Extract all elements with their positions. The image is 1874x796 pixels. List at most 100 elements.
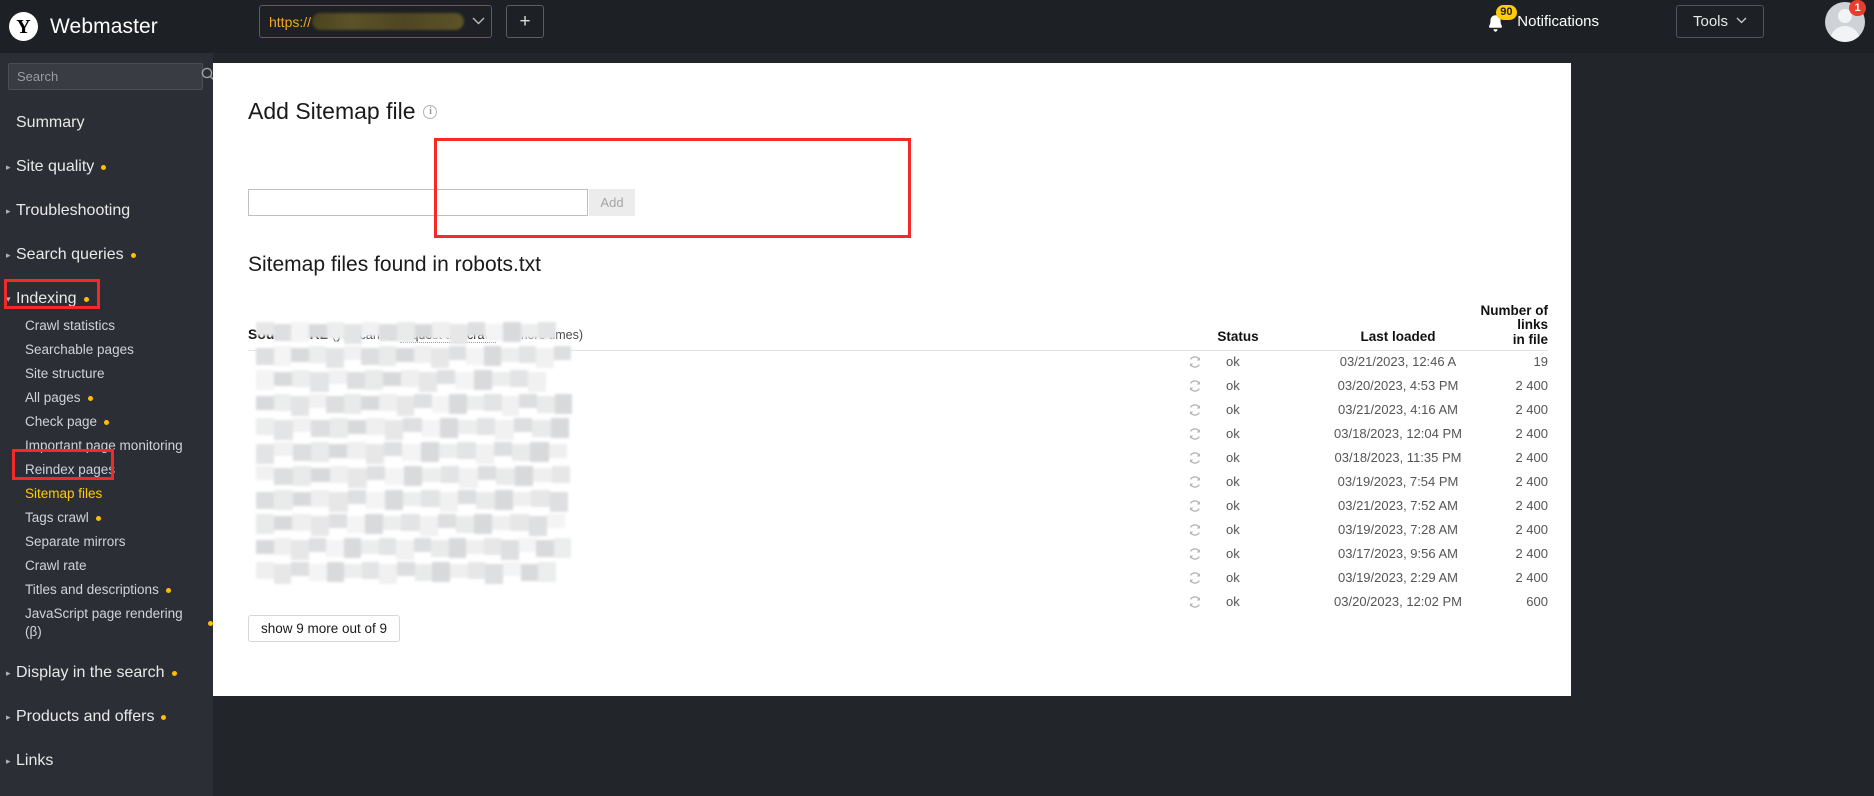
row-links-in-file: 2 400 (1515, 378, 1548, 393)
sidebar-item-javascript-page-rendering[interactable]: JavaScript page rendering (β) (0, 602, 213, 644)
row-recrawl-icon[interactable] (1188, 355, 1208, 374)
chevron-right-icon[interactable]: ▸ (6, 662, 11, 684)
sidebar-item-all-pages[interactable]: All pages (0, 386, 213, 410)
sidebar-item-crawl-statistics[interactable]: Crawl statistics (0, 314, 213, 338)
links-header-line1: Number of (1480, 302, 1549, 318)
row-links-in-file: 2 400 (1515, 450, 1548, 465)
sidebar-item-reindex-pages[interactable]: Reindex pages (0, 458, 213, 482)
sidebar-item-searchable-pages[interactable]: Searchable pages (0, 338, 213, 362)
row-recrawl-icon[interactable] (1188, 427, 1208, 446)
sidebar-item-tags-crawl[interactable]: Tags crawl (0, 506, 213, 530)
table-row: ok 03/21/2023, 12:46 A 19 (248, 351, 1548, 375)
table-row: ok 03/21/2023, 4:16 AM 2 400 (248, 399, 1548, 423)
chevron-right-icon[interactable]: ▸ (6, 244, 11, 266)
sidebar-item-label: Search queries (16, 246, 124, 263)
request-recrawl-link[interactable]: request a recrawl (400, 328, 497, 343)
chevron-down-icon[interactable]: ▾ (6, 288, 11, 310)
notifications-label: Notifications (1517, 13, 1599, 30)
sidebar-item-label: Searchable pages (25, 342, 134, 357)
user-menu[interactable]: 1 (1825, 0, 1866, 42)
chevron-right-icon[interactable]: ▸ (6, 200, 11, 222)
links-header-line2: links (1517, 317, 1548, 332)
sidebar: Summary ▸ Site quality ▸ Troubleshooting ▸ Sea… (0, 53, 213, 796)
status-dot (104, 419, 110, 425)
main-area: Add Sitemap file i Add Sitemap files fou… (213, 53, 1874, 796)
table-row: ok 03/21/2023, 7:52 AM 2 400 (248, 495, 1548, 519)
table-row: ok 03/19/2023, 2:29 AM 2 400 (248, 567, 1548, 591)
row-recrawl-icon[interactable] (1188, 547, 1208, 566)
sidebar-item-turbo-pages-for-content-sites[interactable]: ▸Turbo pages for content sites (0, 790, 213, 796)
sitemap-files-table: Source URL (you can request a recrawl 10… (248, 303, 1548, 615)
site-selector[interactable]: https:// (259, 5, 492, 38)
row-status: ok (1226, 474, 1240, 489)
sidebar-item-summary[interactable]: Summary (0, 108, 213, 138)
add-site-button[interactable]: + (506, 5, 544, 38)
sidebar-item-products-and-offers[interactable]: ▸ Products and offers (0, 702, 213, 732)
row-recrawl-icon[interactable] (1188, 451, 1208, 470)
sidebar-item-site-quality[interactable]: ▸ Site quality (0, 152, 213, 182)
notification-count-badge: 90 (1496, 4, 1517, 20)
avatar-body (1830, 26, 1860, 42)
page-title: Add Sitemap file i (248, 98, 438, 125)
row-recrawl-icon[interactable] (1188, 595, 1208, 614)
row-status: ok (1226, 354, 1240, 369)
add-sitemap-button[interactable]: Add (589, 189, 635, 216)
chevron-down-icon (472, 16, 485, 28)
sidebar-item-titles-and-descriptions[interactable]: Titles and descriptions (0, 578, 213, 602)
sidebar-item-important-page-monitoring[interactable]: Important page monitoring (0, 434, 213, 458)
sidebar-item-label: Crawl rate (25, 558, 87, 573)
sidebar-item-label: Products and offers (16, 708, 155, 725)
sidebar-item-crawl-rate[interactable]: Crawl rate (0, 554, 213, 578)
refresh-icon[interactable] (385, 328, 398, 344)
row-recrawl-icon[interactable] (1188, 523, 1208, 542)
row-recrawl-icon[interactable] (1188, 403, 1208, 422)
row-links-in-file: 19 (1533, 354, 1548, 369)
chevron-right-icon[interactable]: ▸ (6, 156, 11, 178)
row-links-in-file: 2 400 (1515, 402, 1548, 417)
column-header-links-in-file: Number of links in file (1428, 302, 1549, 348)
yandex-logo-icon: Y (9, 12, 38, 41)
sidebar-item-label: Titles and descriptions (25, 582, 159, 597)
sidebar-item-label: Crawl statistics (25, 318, 116, 333)
row-recrawl-icon[interactable] (1188, 571, 1208, 590)
status-dot (161, 714, 167, 720)
row-recrawl-icon[interactable] (1188, 499, 1208, 518)
sidebar-search[interactable] (8, 63, 213, 90)
sidebar-item-indexing[interactable]: ▾ Indexing (0, 284, 213, 314)
tools-button[interactable]: Tools (1676, 5, 1764, 38)
brand-name: Webmaster (50, 14, 158, 38)
row-status: ok (1226, 570, 1240, 585)
row-recrawl-icon[interactable] (1188, 379, 1208, 398)
row-status: ok (1226, 594, 1240, 609)
row-status: ok (1226, 522, 1240, 537)
search-icon[interactable] (201, 67, 213, 87)
sidebar-item-links[interactable]: ▸ Links (0, 746, 213, 776)
page-title-text: Add Sitemap file (248, 98, 416, 124)
sidebar-item-label: All pages (25, 390, 81, 405)
brand[interactable]: Y Webmaster (9, 12, 158, 41)
section-title: Sitemap files found in robots.txt (248, 253, 541, 276)
sidebar-item-label: Site quality (16, 158, 95, 175)
row-status: ok (1226, 498, 1240, 513)
sidebar-item-separate-mirrors[interactable]: Separate mirrors (0, 530, 213, 554)
sidebar-item-label: Site structure (25, 366, 105, 381)
row-recrawl-icon[interactable] (1188, 475, 1208, 494)
sidebar-item-display-in-the-search[interactable]: ▸ Display in the search (0, 658, 213, 688)
sidebar-item-label: Tags crawl (25, 510, 89, 525)
chevron-right-icon[interactable]: ▸ (6, 750, 11, 772)
row-links-in-file: 2 400 (1515, 474, 1548, 489)
sidebar-item-sitemap-files[interactable]: Sitemap files (0, 482, 213, 506)
notifications[interactable]: 90 Notifications (1484, 4, 1599, 38)
show-more-button[interactable]: show 9 more out of 9 (248, 615, 401, 642)
sidebar-item-search-queries[interactable]: ▸ Search queries (0, 240, 213, 270)
sidebar-item-site-structure[interactable]: Site structure (0, 362, 213, 386)
sidebar-item-troubleshooting[interactable]: ▸ Troubleshooting (0, 196, 213, 226)
column-header-source-url: Source URL (you can request a recrawl 10… (248, 326, 583, 344)
sidebar-item-check-page[interactable]: Check page (0, 410, 213, 434)
chevron-right-icon[interactable]: ▸ (6, 706, 11, 728)
sitemap-url-input[interactable] (248, 189, 588, 216)
bell-icon[interactable]: 90 (1484, 4, 1517, 34)
row-status: ok (1226, 450, 1240, 465)
search-input[interactable] (9, 69, 201, 84)
info-icon[interactable]: i (423, 104, 438, 119)
